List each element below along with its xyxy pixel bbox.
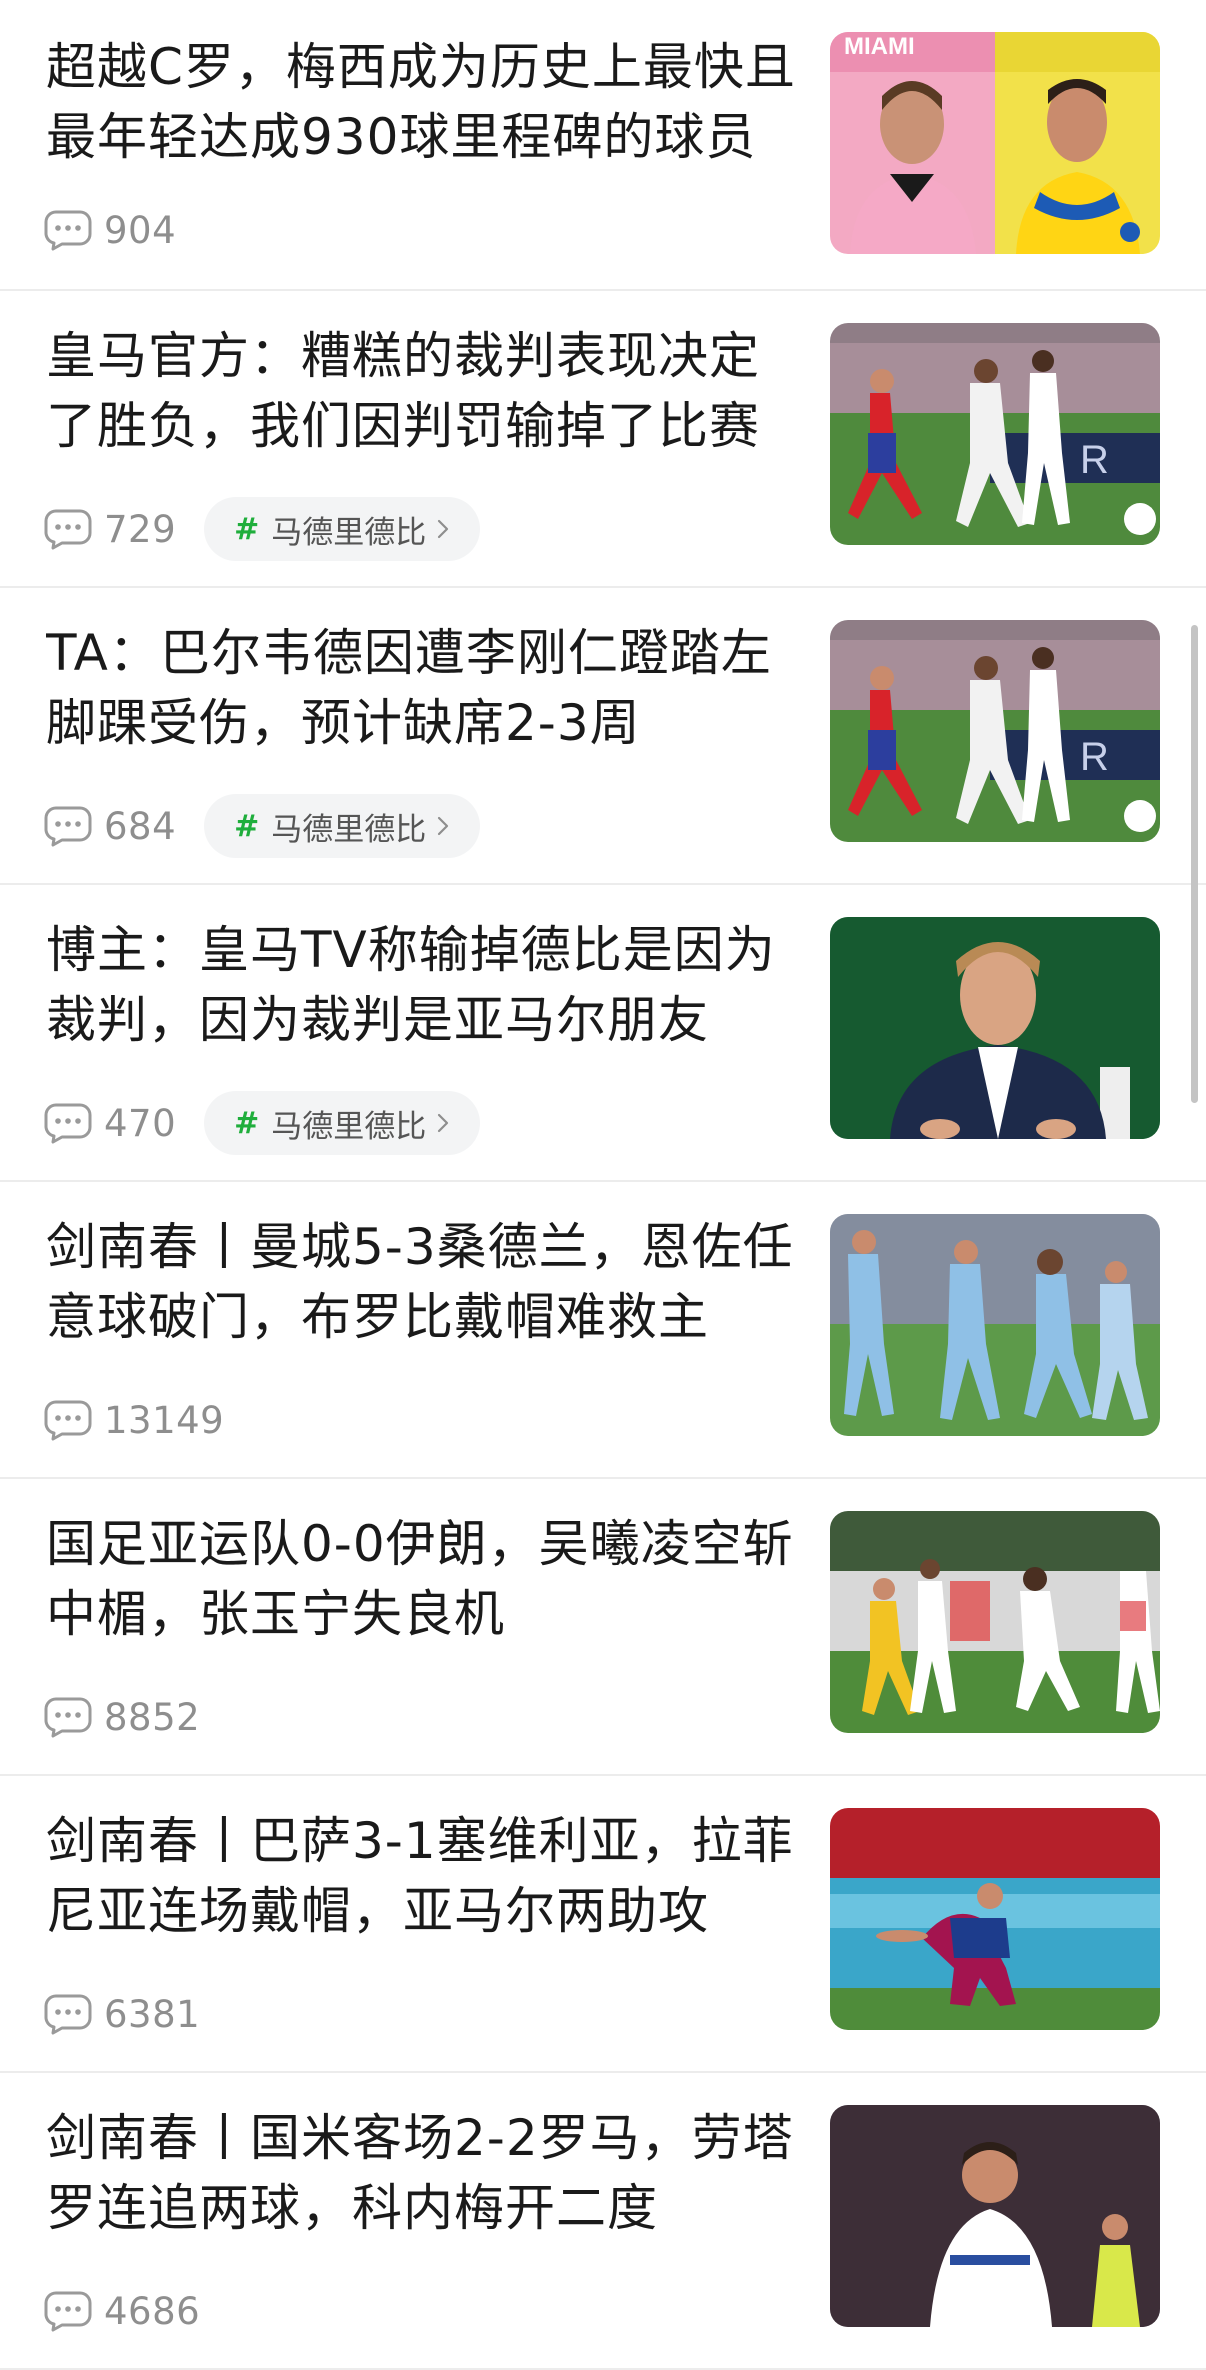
comment-icon	[44, 2291, 92, 2332]
news-item[interactable]: 剑南春丨曼城5-3桑德兰，恩佐任意球破门，布罗比戴帽难救主 13149	[0, 1182, 1206, 1479]
comment-icon	[44, 1697, 92, 1738]
chevron-right-icon	[438, 816, 449, 836]
comment-count-value: 6381	[104, 1992, 201, 2036]
svg-text:R: R	[1080, 438, 1109, 482]
topic-tag-label: 马德里德比	[271, 1108, 427, 1145]
hashtag-icon: #	[234, 1105, 260, 1141]
comment-count-value: 8852	[104, 1695, 201, 1739]
comment-icon	[44, 1400, 92, 1441]
comment-icon	[44, 210, 92, 251]
comment-icon	[44, 806, 92, 847]
news-item[interactable]: 剑南春丨国米客场2-2罗马，劳塔罗连追两球，科内梅开二度 4686	[0, 2073, 1206, 2370]
news-item[interactable]: TA：巴尔韦德因遭李刚仁蹬踏左脚踝受伤，预计缺席2-3周 684 # 马德里德比	[0, 588, 1206, 885]
comment-count-value: 729	[104, 507, 177, 551]
news-meta: 8852	[44, 1685, 228, 1749]
news-item[interactable]: 皇马官方：糟糕的裁判表现决定了胜负，我们因判罚输掉了比赛 729 # 马德里德比	[0, 291, 1206, 588]
comment-count[interactable]: 470	[44, 1102, 176, 1145]
comment-count[interactable]: 8852	[44, 1696, 200, 1739]
news-title[interactable]: 剑南春丨巴萨3-1塞维利亚，拉菲尼亚连场戴帽，亚马尔两助攻	[46, 1806, 796, 1946]
news-title[interactable]: 剑南春丨国米客场2-2罗马，劳塔罗连追两球，科内梅开二度	[46, 2103, 796, 2243]
news-thumbnail[interactable]	[830, 1214, 1160, 1436]
comment-count[interactable]: 4686	[44, 2290, 200, 2333]
chevron-right-icon	[438, 1113, 449, 1133]
news-title[interactable]: 超越C罗，梅西成为历史上最快且最年轻达成930球里程碑的球员	[46, 32, 796, 172]
news-meta: 729 # 马德里德比	[44, 497, 481, 561]
comment-count-value: 470	[104, 1101, 177, 1145]
news-title[interactable]: TA：巴尔韦德因遭李刚仁蹬踏左脚踝受伤，预计缺席2-3周	[46, 618, 796, 758]
comment-count-value: 4686	[104, 2289, 201, 2333]
news-meta: 6381	[44, 1982, 228, 2046]
topic-tag-label: 马德里德比	[271, 811, 427, 848]
news-thumbnail[interactable]	[830, 917, 1160, 1139]
news-item[interactable]: 国足亚运队0-0伊朗，吴曦凌空斩中楣，张玉宁失良机 8852	[0, 1479, 1206, 1776]
news-title[interactable]: 博主：皇马TV称输掉德比是因为裁判，因为裁判是亚马尔朋友	[46, 915, 796, 1055]
news-meta: 904	[44, 198, 204, 262]
svg-text:R: R	[1080, 735, 1109, 779]
news-title[interactable]: 剑南春丨曼城5-3桑德兰，恩佐任意球破门，布罗比戴帽难救主	[46, 1212, 796, 1352]
hashtag-icon: #	[234, 511, 260, 547]
topic-tag[interactable]: # 马德里德比	[204, 1091, 481, 1155]
news-meta: 470 # 马德里德比	[44, 1091, 481, 1155]
comment-count-value: 13149	[104, 1398, 225, 1442]
comment-count-value: 684	[104, 804, 177, 848]
news-thumbnail[interactable]	[830, 1511, 1160, 1733]
news-title[interactable]: 皇马官方：糟糕的裁判表现决定了胜负，我们因判罚输掉了比赛	[46, 321, 796, 461]
news-meta: 684 # 马德里德比	[44, 794, 481, 858]
svg-text:MIAMI: MIAMI	[844, 33, 915, 60]
chevron-right-icon	[438, 519, 449, 539]
news-feed: 超越C罗，梅西成为历史上最快且最年轻达成930球里程碑的球员 904 MIAMI	[0, 0, 1206, 2370]
news-meta: 4686	[44, 2279, 228, 2343]
news-thumbnail[interactable]: R	[830, 620, 1160, 842]
topic-tag[interactable]: # 马德里德比	[204, 794, 481, 858]
comment-icon	[44, 1103, 92, 1144]
comment-count[interactable]: 13149	[44, 1399, 224, 1442]
comment-count[interactable]: 904	[44, 209, 176, 252]
news-thumbnail[interactable]: R	[830, 323, 1160, 545]
comment-icon	[44, 1994, 92, 2035]
news-thumbnail[interactable]: MIAMI	[830, 32, 1160, 254]
news-thumbnail[interactable]	[830, 2105, 1160, 2327]
hashtag-icon: #	[234, 808, 260, 844]
comment-count[interactable]: 729	[44, 508, 176, 551]
topic-tag-label: 马德里德比	[271, 514, 427, 551]
comment-count[interactable]: 684	[44, 805, 176, 848]
topic-tag[interactable]: # 马德里德比	[204, 497, 481, 561]
comment-count[interactable]: 6381	[44, 1993, 200, 2036]
news-title[interactable]: 国足亚运队0-0伊朗，吴曦凌空斩中楣，张玉宁失良机	[46, 1509, 796, 1649]
scrollbar[interactable]	[1191, 625, 1198, 1103]
comment-count-value: 904	[104, 208, 177, 252]
comment-icon	[44, 509, 92, 550]
news-meta: 13149	[44, 1388, 252, 1452]
news-item[interactable]: 剑南春丨巴萨3-1塞维利亚，拉菲尼亚连场戴帽，亚马尔两助攻 6381	[0, 1776, 1206, 2073]
news-item[interactable]: 超越C罗，梅西成为历史上最快且最年轻达成930球里程碑的球员 904 MIAMI	[0, 0, 1206, 291]
news-thumbnail[interactable]	[830, 1808, 1160, 2030]
news-item[interactable]: 博主：皇马TV称输掉德比是因为裁判，因为裁判是亚马尔朋友 470 # 马德里德比	[0, 885, 1206, 1182]
